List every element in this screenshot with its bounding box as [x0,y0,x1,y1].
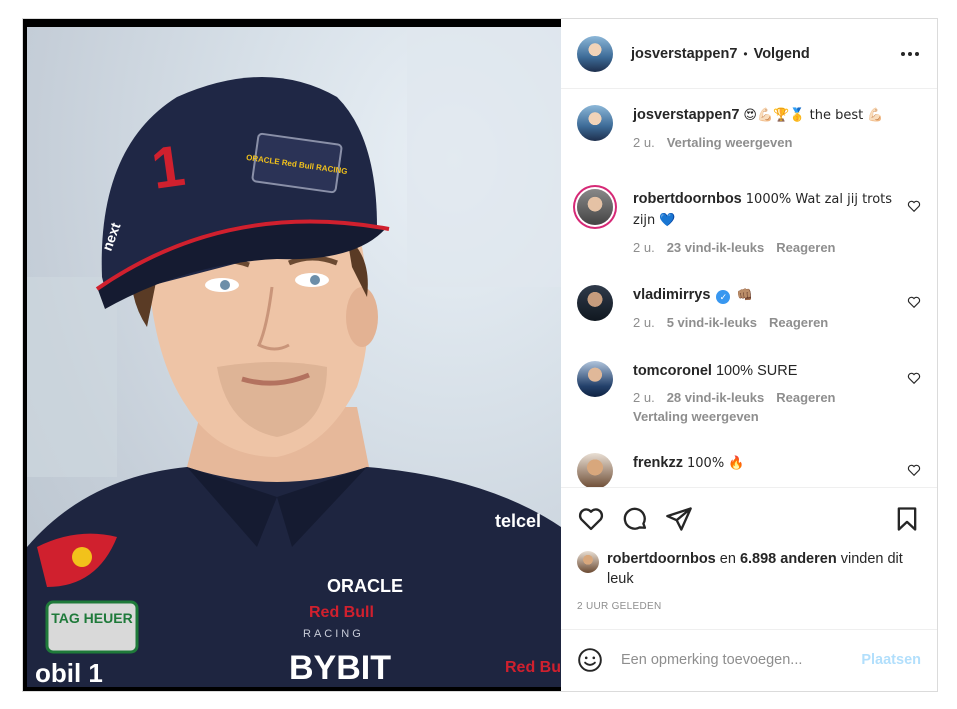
comment-username[interactable]: tomcoronel [633,363,712,379]
verified-badge-icon: ✓ [716,290,731,304]
comment-username[interactable]: frenkzz [633,455,683,471]
likes-count[interactable]: 6.898 anderen [740,551,837,567]
comment-icon[interactable] [621,505,649,533]
comment-likes[interactable]: 5 vind-ik-leuks [667,314,757,332]
shirt-redbull-side: Red Bull [505,659,561,676]
caption-username[interactable]: josverstappen7 [633,107,739,123]
header-username[interactable]: josverstappen7 [631,46,737,62]
likes-summary: robertdoornbos en 6.898 anderen vinden d… [561,549,937,589]
mobil-text: obil 1 [35,658,103,687]
translate-link[interactable]: Vertaling weergeven [633,408,893,426]
header-separator: • [743,46,748,61]
avatar[interactable] [577,105,613,141]
action-bar [561,487,937,549]
comment-username[interactable]: vladimirrys [633,287,710,303]
comment-item: robertdoornbos 1000% Wat zal jij trots z… [577,189,921,285]
shirt-telcel: telcel [495,511,541,531]
avatar[interactable] [577,285,613,321]
comment-item: tomcoronel 100% SURE 2 u. 28 vind-ik-leu… [577,361,921,453]
shirt-oracle: ORACLE [327,576,403,596]
avatar[interactable] [577,453,613,487]
post-timestamp[interactable]: 2 UUR GELEDEN [561,589,937,629]
tag-heuer-text: TAG HEUER [51,610,132,626]
caption-time[interactable]: 2 u. [633,134,655,152]
post-header: josverstappen7 • Volgend [561,19,937,89]
reply-button[interactable]: Reageren [776,239,835,257]
post-comment-button[interactable]: Plaatsen [861,652,921,668]
emoji-icon[interactable] [577,647,603,673]
post-photo[interactable]: TAG HEUER obil 1 ORACLE Red Bull RACING … [23,19,561,691]
comment-text: 100% SURE [715,363,798,379]
following-button[interactable]: Volgend [754,46,810,62]
comment-text: 👊🏽 [736,288,753,303]
reply-button[interactable]: Reageren [769,314,828,332]
comment-likes[interactable]: 23 vind-ik-leuks [667,239,765,257]
shirt-bybit: BYBIT [289,649,391,687]
reply-button[interactable]: Reageren [776,389,835,407]
comment-time[interactable]: 2 u. [633,314,655,332]
photo-content: TAG HEUER obil 1 ORACLE Red Bull RACING … [27,27,561,687]
comments-list[interactable]: josverstappen7 😍💪🏻🏆🥇 the best 💪🏻 2 u. Ve… [561,89,937,487]
avatar[interactable] [577,189,613,225]
like-comment-icon[interactable] [907,463,921,477]
instagram-post: TAG HEUER obil 1 ORACLE Red Bull RACING … [22,18,938,692]
post-side-panel: josverstappen7 • Volgend josverstappen7 … [561,19,937,691]
comment-likes[interactable]: 28 vind-ik-leuks [667,389,765,407]
shirt-redbull: Red Bull [309,604,374,621]
like-comment-icon[interactable] [907,295,921,309]
likes-connector: en [719,551,736,567]
shirt-racing: RACING [303,628,364,640]
comment-time[interactable]: 2 u. [633,389,655,407]
comment-item: frenkzz 100% 🔥 [577,453,921,487]
driver-portrait: TAG HEUER obil 1 ORACLE Red Bull RACING … [27,27,561,687]
avatar[interactable] [577,361,613,397]
comment-username[interactable]: robertdoornbos [633,191,742,207]
comment-text: 100% 🔥 [687,456,745,471]
heart-icon[interactable] [577,505,605,533]
add-comment-bar: Plaatsen [561,629,937,690]
comment-input[interactable] [621,652,862,668]
share-icon[interactable] [665,505,693,533]
more-options-icon[interactable] [899,44,921,64]
caption-text: 😍💪🏻🏆🥇 the best 💪🏻 [743,108,884,123]
likes-user[interactable]: robertdoornbos [607,551,716,567]
avatar[interactable] [577,551,599,573]
bookmark-icon[interactable] [893,505,921,533]
comment-item: vladimirrys ✓ 👊🏽 2 u. 5 vind-ik-leuks Re… [577,285,921,361]
translate-link[interactable]: Vertaling weergeven [667,134,793,152]
caption: josverstappen7 😍💪🏻🏆🥇 the best 💪🏻 2 u. Ve… [577,105,921,189]
comment-time[interactable]: 2 u. [633,239,655,257]
avatar[interactable] [577,35,613,72]
like-comment-icon[interactable] [907,371,921,385]
like-comment-icon[interactable] [907,199,921,213]
